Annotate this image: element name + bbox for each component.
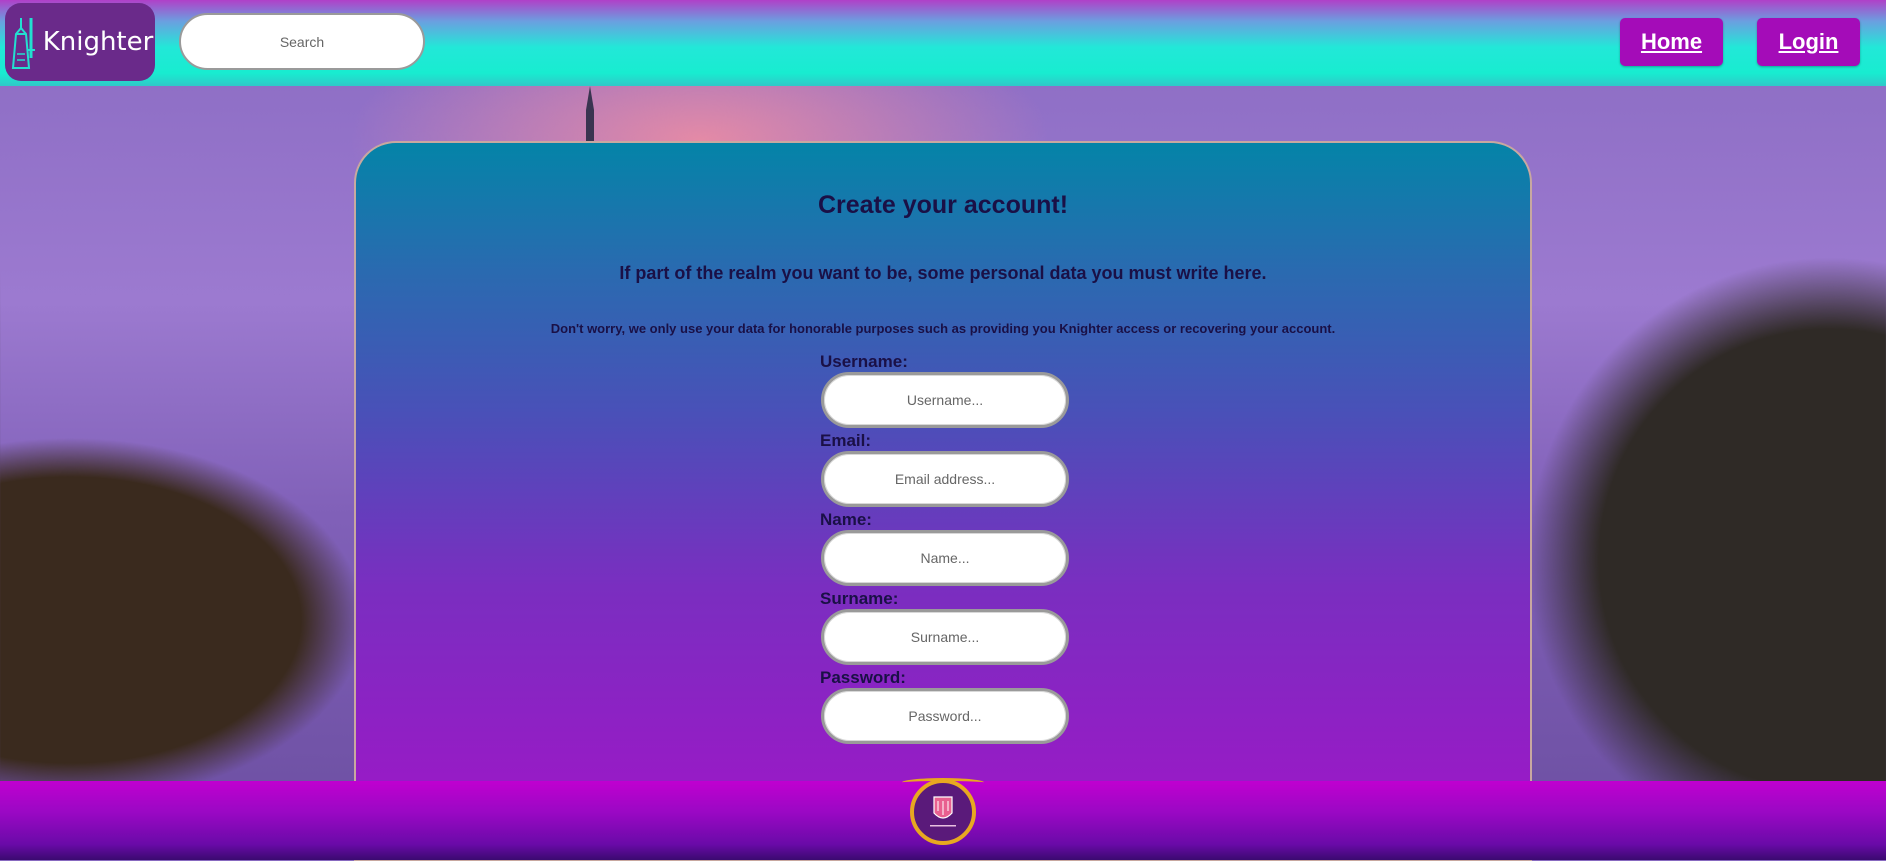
page-subtitle: If part of the realm you want to be, som…	[619, 263, 1267, 283]
name-label: Name:	[820, 510, 872, 529]
knight-tower-icon	[11, 18, 35, 69]
home-button[interactable]: Home	[1620, 18, 1723, 66]
password-label: Password:	[820, 668, 906, 687]
castle-spire	[586, 86, 594, 142]
crest-badge-icon[interactable]	[910, 779, 976, 845]
username-label: Username:	[820, 352, 908, 371]
register-form: Username: Email: Name: Surname: Password…	[820, 352, 1070, 747]
top-header: Knighter Home Login	[0, 0, 1886, 86]
page-title: Create your account!	[817, 191, 1069, 219]
name-field[interactable]	[821, 530, 1069, 586]
surname-label: Surname:	[820, 589, 899, 608]
search-input[interactable]	[179, 13, 425, 70]
username-field[interactable]	[821, 372, 1069, 428]
knighter-logo[interactable]: Knighter	[5, 3, 155, 81]
crest-icon	[930, 796, 956, 827]
email-label: Email:	[820, 431, 872, 450]
password-field[interactable]	[821, 688, 1069, 744]
surname-field[interactable]	[821, 609, 1069, 665]
register-card: Create your account! If part of the real…	[354, 141, 1532, 861]
privacy-note: Don't worry, we only use your data for h…	[550, 321, 1336, 336]
login-button[interactable]: Login	[1757, 18, 1860, 66]
email-field[interactable]	[821, 451, 1069, 507]
logo-text: Knighter	[42, 27, 154, 57]
